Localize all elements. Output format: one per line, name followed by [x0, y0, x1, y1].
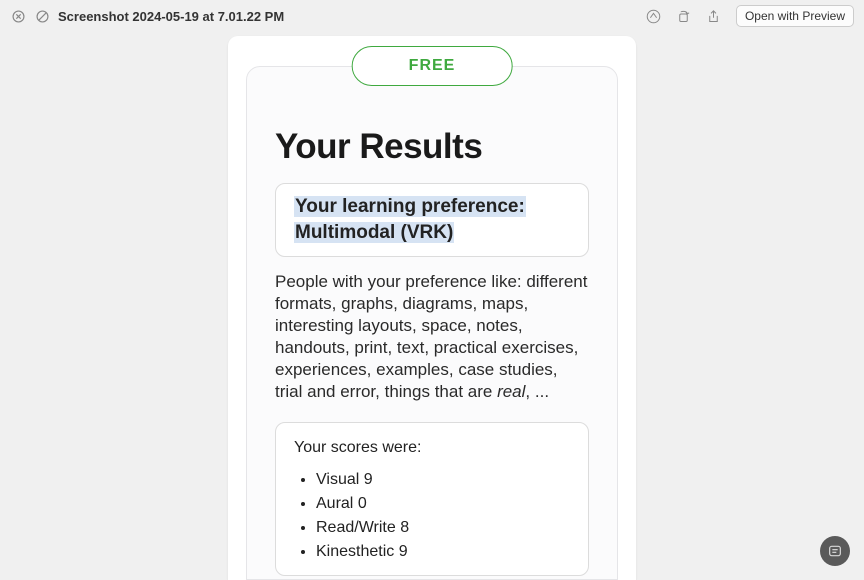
- share-icon[interactable]: [706, 8, 722, 24]
- score-value: 8: [400, 519, 409, 536]
- open-with-preview-button[interactable]: Open with Preview: [736, 5, 854, 27]
- score-item: Kinesthetic 9: [316, 543, 570, 561]
- scores-list: Visual 9 Aural 0 Read/Write 8 Kinestheti…: [294, 471, 570, 561]
- markup-icon[interactable]: [646, 8, 662, 24]
- preference-box: Your learning preference: Multimodal (VR…: [275, 183, 589, 257]
- block-icon[interactable]: [34, 8, 50, 24]
- titlebar-right: Open with Preview: [646, 5, 854, 27]
- window-titlebar: Screenshot 2024-05-19 at 7.01.22 PM Open…: [0, 0, 864, 32]
- free-badge: FREE: [352, 46, 513, 86]
- score-value: 9: [399, 543, 408, 560]
- score-item: Visual 9: [316, 471, 570, 489]
- preference-label: Your learning preference:: [294, 196, 526, 217]
- outer-card: FREE Your Results Your learning preferen…: [228, 36, 636, 580]
- score-item: Aural 0: [316, 495, 570, 513]
- score-item: Read/Write 8: [316, 519, 570, 537]
- score-label: Read/Write: [316, 519, 396, 536]
- rotate-icon[interactable]: [676, 8, 692, 24]
- results-heading: Your Results: [275, 127, 589, 167]
- titlebar-left: Screenshot 2024-05-19 at 7.01.22 PM: [10, 8, 284, 24]
- results-panel: Your Results Your learning preference: M…: [246, 66, 618, 580]
- description-italic: real: [497, 382, 525, 401]
- close-icon[interactable]: [10, 8, 26, 24]
- description-suffix: , ...: [525, 382, 549, 401]
- description-text: People with your preference like: differ…: [275, 271, 589, 404]
- score-label: Visual: [316, 471, 359, 488]
- window-title: Screenshot 2024-05-19 at 7.01.22 PM: [58, 9, 284, 24]
- scores-title: Your scores were:: [294, 439, 570, 457]
- preview-viewport: FREE Your Results Your learning preferen…: [0, 32, 864, 580]
- score-value: 0: [358, 495, 367, 512]
- score-value: 9: [364, 471, 373, 488]
- score-label: Kinesthetic: [316, 543, 394, 560]
- score-label: Aural: [316, 495, 353, 512]
- preference-value: Multimodal (VRK): [294, 222, 454, 243]
- quick-actions-button[interactable]: [820, 536, 850, 566]
- scores-box: Your scores were: Visual 9 Aural 0 Read/…: [275, 422, 589, 576]
